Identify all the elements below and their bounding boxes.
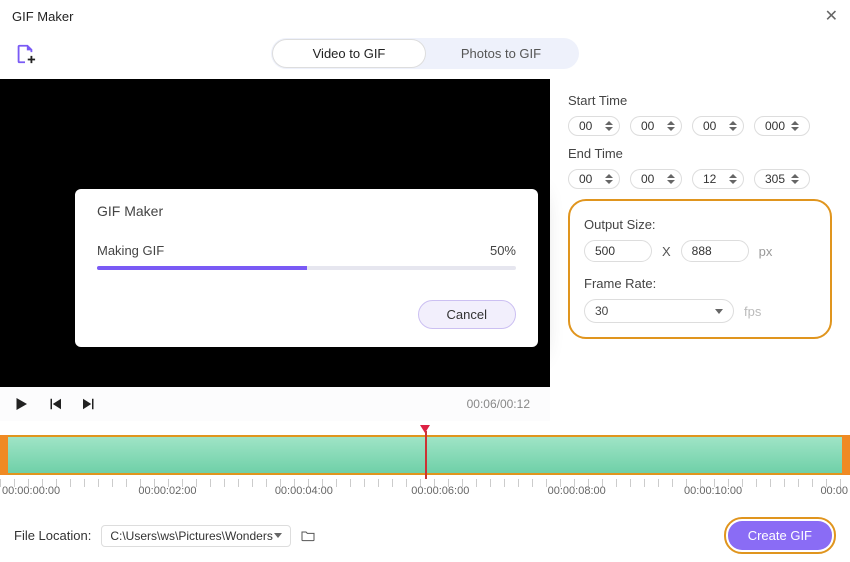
frame-rate-value: 30 xyxy=(595,304,608,318)
frame-rate-label: Frame Rate: xyxy=(584,276,816,291)
close-icon[interactable]: ✕ xyxy=(825,6,838,26)
cancel-button[interactable]: Cancel xyxy=(418,300,516,329)
ruler-label: 00:00 xyxy=(820,485,848,497)
frame-rate-select[interactable]: 30 xyxy=(584,299,734,323)
end-hours[interactable]: 00 xyxy=(568,169,620,189)
progress-percent: 50% xyxy=(490,243,516,258)
start-millis[interactable]: 000 xyxy=(754,116,810,136)
chevron-down-icon xyxy=(274,533,282,538)
end-time-label: End Time xyxy=(568,146,832,161)
time-ruler: 00:00:00:00 00:00:02:00 00:00:04:00 00:0… xyxy=(0,479,850,507)
dialog-title: GIF Maker xyxy=(97,203,516,219)
start-hours[interactable]: 00 xyxy=(568,116,620,136)
start-seconds[interactable]: 00 xyxy=(692,116,744,136)
ruler-label: 00:00:10:00 xyxy=(684,485,742,497)
ruler-label: 00:00:00:00 xyxy=(2,485,60,497)
window-title: GIF Maker xyxy=(12,9,73,24)
tab-video-to-gif[interactable]: Video to GIF xyxy=(273,40,425,67)
create-gif-button[interactable]: Create GIF xyxy=(728,521,832,550)
fps-unit: fps xyxy=(744,304,761,319)
play-icon[interactable] xyxy=(12,395,30,413)
size-separator: X xyxy=(662,244,671,259)
file-location-label: File Location: xyxy=(14,528,91,543)
output-settings-group: Output Size: X px Frame Rate: 30 fps xyxy=(568,199,832,339)
end-minutes[interactable]: 00 xyxy=(630,169,682,189)
ruler-label: 00:00:06:00 xyxy=(411,485,469,497)
playhead-line[interactable] xyxy=(425,431,427,479)
timeline-track[interactable] xyxy=(0,435,850,475)
ruler-label: 00:00:04:00 xyxy=(275,485,333,497)
mode-tabs: Video to GIF Photos to GIF xyxy=(271,38,579,69)
file-location-select[interactable]: C:\Users\ws\Pictures\Wonders xyxy=(101,525,291,547)
file-location-path: C:\Users\ws\Pictures\Wonders xyxy=(110,529,273,543)
start-time-label: Start Time xyxy=(568,93,832,108)
ruler-label: 00:00:08:00 xyxy=(548,485,606,497)
px-unit: px xyxy=(759,244,773,259)
video-preview: GIF Maker Making GIF 50% Cancel xyxy=(0,79,550,387)
output-height-input[interactable] xyxy=(681,240,749,262)
output-size-label: Output Size: xyxy=(584,217,816,232)
ruler-label: 00:00:02:00 xyxy=(138,485,196,497)
tab-photos-to-gif[interactable]: Photos to GIF xyxy=(425,40,577,67)
start-minutes[interactable]: 00 xyxy=(630,116,682,136)
progress-status: Making GIF xyxy=(97,243,164,258)
browse-folder-icon[interactable] xyxy=(299,528,317,544)
trim-handle-right[interactable] xyxy=(842,435,850,475)
chevron-down-icon xyxy=(715,309,723,314)
progress-bar xyxy=(97,266,516,270)
add-media-icon[interactable] xyxy=(14,43,36,65)
output-width-input[interactable] xyxy=(584,240,652,262)
progress-dialog: GIF Maker Making GIF 50% Cancel xyxy=(75,189,538,347)
trim-handle-left[interactable] xyxy=(0,435,8,475)
prev-frame-icon[interactable] xyxy=(46,395,64,413)
end-seconds[interactable]: 12 xyxy=(692,169,744,189)
playback-time: 00:06/00:12 xyxy=(467,397,538,411)
end-millis[interactable]: 305 xyxy=(754,169,810,189)
next-frame-icon[interactable] xyxy=(80,395,98,413)
